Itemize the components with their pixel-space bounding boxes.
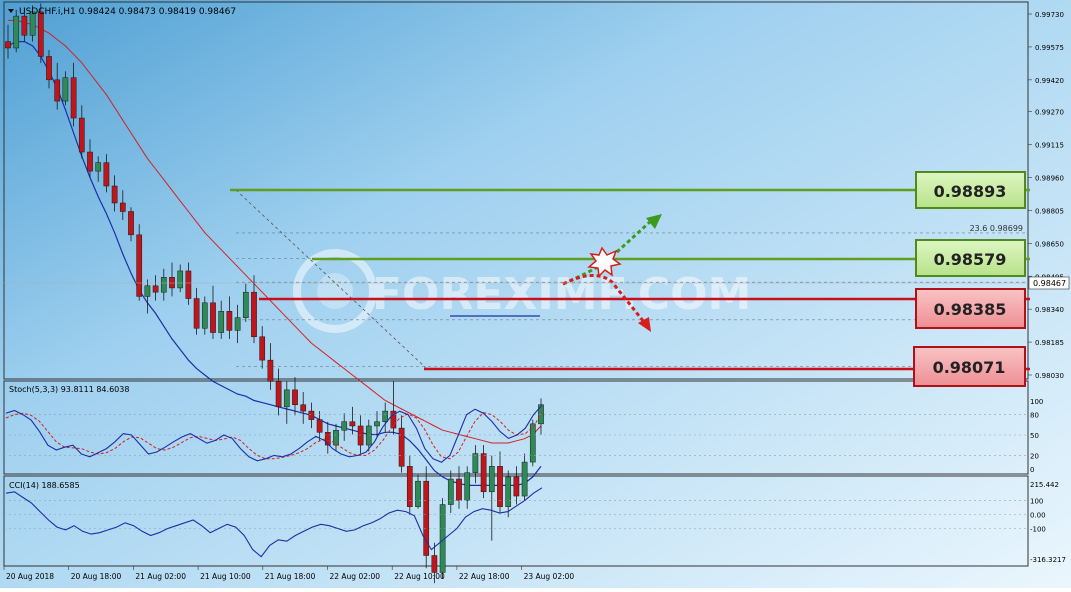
stoch-indicator-label: Stoch(5,3,3) 93.8111 84.6038 (9, 385, 129, 394)
time-axis-label: 21 Aug 02:00 (135, 572, 186, 581)
price-tag-1[interactable]: 0.98579 (915, 239, 1026, 277)
price-axis-label: 0.98960 (1035, 175, 1064, 183)
time-axis-label: 22 Aug 02:00 (330, 572, 381, 581)
price-tag-text: 0.98071 (933, 358, 1006, 377)
cci-axis-label: -100 (1030, 525, 1046, 533)
symbol-header-text: USDCHF.i,H1 0.98424 0.98473 0.98419 0.98… (19, 7, 236, 17)
price-axis-label: 0.99115 (1035, 142, 1064, 150)
price-tag-text: 0.98385 (934, 300, 1007, 319)
stoch-axis-label: 80 (1030, 412, 1039, 420)
time-axis-label: 22 Aug 10:00 (394, 572, 445, 581)
time-axis-label: 20 Aug 18:00 (71, 572, 122, 581)
price-tag-text: 0.98893 (934, 182, 1007, 201)
time-axis-label: 20 Aug 2018 (6, 572, 54, 581)
candle (423, 466, 430, 569)
cci-axis-label: -316.3217 (1030, 556, 1066, 564)
cci-indicator-label: CCI(14) 188.6585 (9, 481, 80, 490)
price-axis-label: 0.99270 (1035, 109, 1064, 117)
symbol-header[interactable]: USDCHF.i,H1 0.98424 0.98473 0.98419 0.98… (8, 7, 236, 17)
time-axis-label: 21 Aug 18:00 (265, 572, 316, 581)
time-axis-label: 23 Aug 02:00 (524, 572, 575, 581)
price-axis-label: 0.98650 (1035, 240, 1064, 248)
price-tag-2[interactable]: 0.98385 (915, 288, 1026, 329)
time-axis-label: 21 Aug 10:00 (200, 572, 251, 581)
time-axis-label: 22 Aug 18:00 (459, 572, 510, 581)
stoch-axis-label: 100 (1030, 398, 1043, 406)
cci-axis-label: 100 (1030, 497, 1043, 505)
fib-label: 23.6 0.98699 (970, 224, 1023, 233)
candle (529, 419, 536, 467)
stoch-axis-label: 0 (1030, 466, 1034, 474)
price-axis-label: 0.98185 (1035, 339, 1064, 347)
current-price-marker: 0.98467 (1028, 276, 1070, 290)
price-axis-label: 0.99730 (1035, 11, 1064, 19)
candle (136, 224, 143, 301)
watermark-text: FOREXIMF.COM (372, 269, 751, 320)
chart-canvas[interactable]: FOREXIMF.COM 23.6 0.98699 0.99730 0.99575… (0, 0, 1071, 588)
chart-window: FOREXIMF.COM 23.6 0.98699 0.99730 0.99575… (0, 0, 1071, 588)
price-axis-label: 0.98340 (1035, 306, 1064, 314)
price-tag-text: 0.98579 (934, 250, 1007, 269)
price-axis-label: 0.99420 (1035, 77, 1064, 85)
price-axis-label: 0.99575 (1035, 44, 1064, 52)
cci-axis-label: 0.00 (1030, 511, 1046, 519)
price-axis-label: 0.98030 (1035, 372, 1064, 380)
price-axis-label: 0.98805 (1035, 207, 1064, 215)
price-tag-3[interactable]: 0.98071 (913, 346, 1026, 387)
stoch-axis-label: 20 (1030, 452, 1039, 460)
price-tag-0[interactable]: 0.98893 (915, 171, 1026, 209)
cci-axis-label: 215.442 (1030, 481, 1059, 489)
stoch-axis-label: 50 (1030, 432, 1039, 440)
current-price-label: 0.98467 (1033, 279, 1066, 288)
